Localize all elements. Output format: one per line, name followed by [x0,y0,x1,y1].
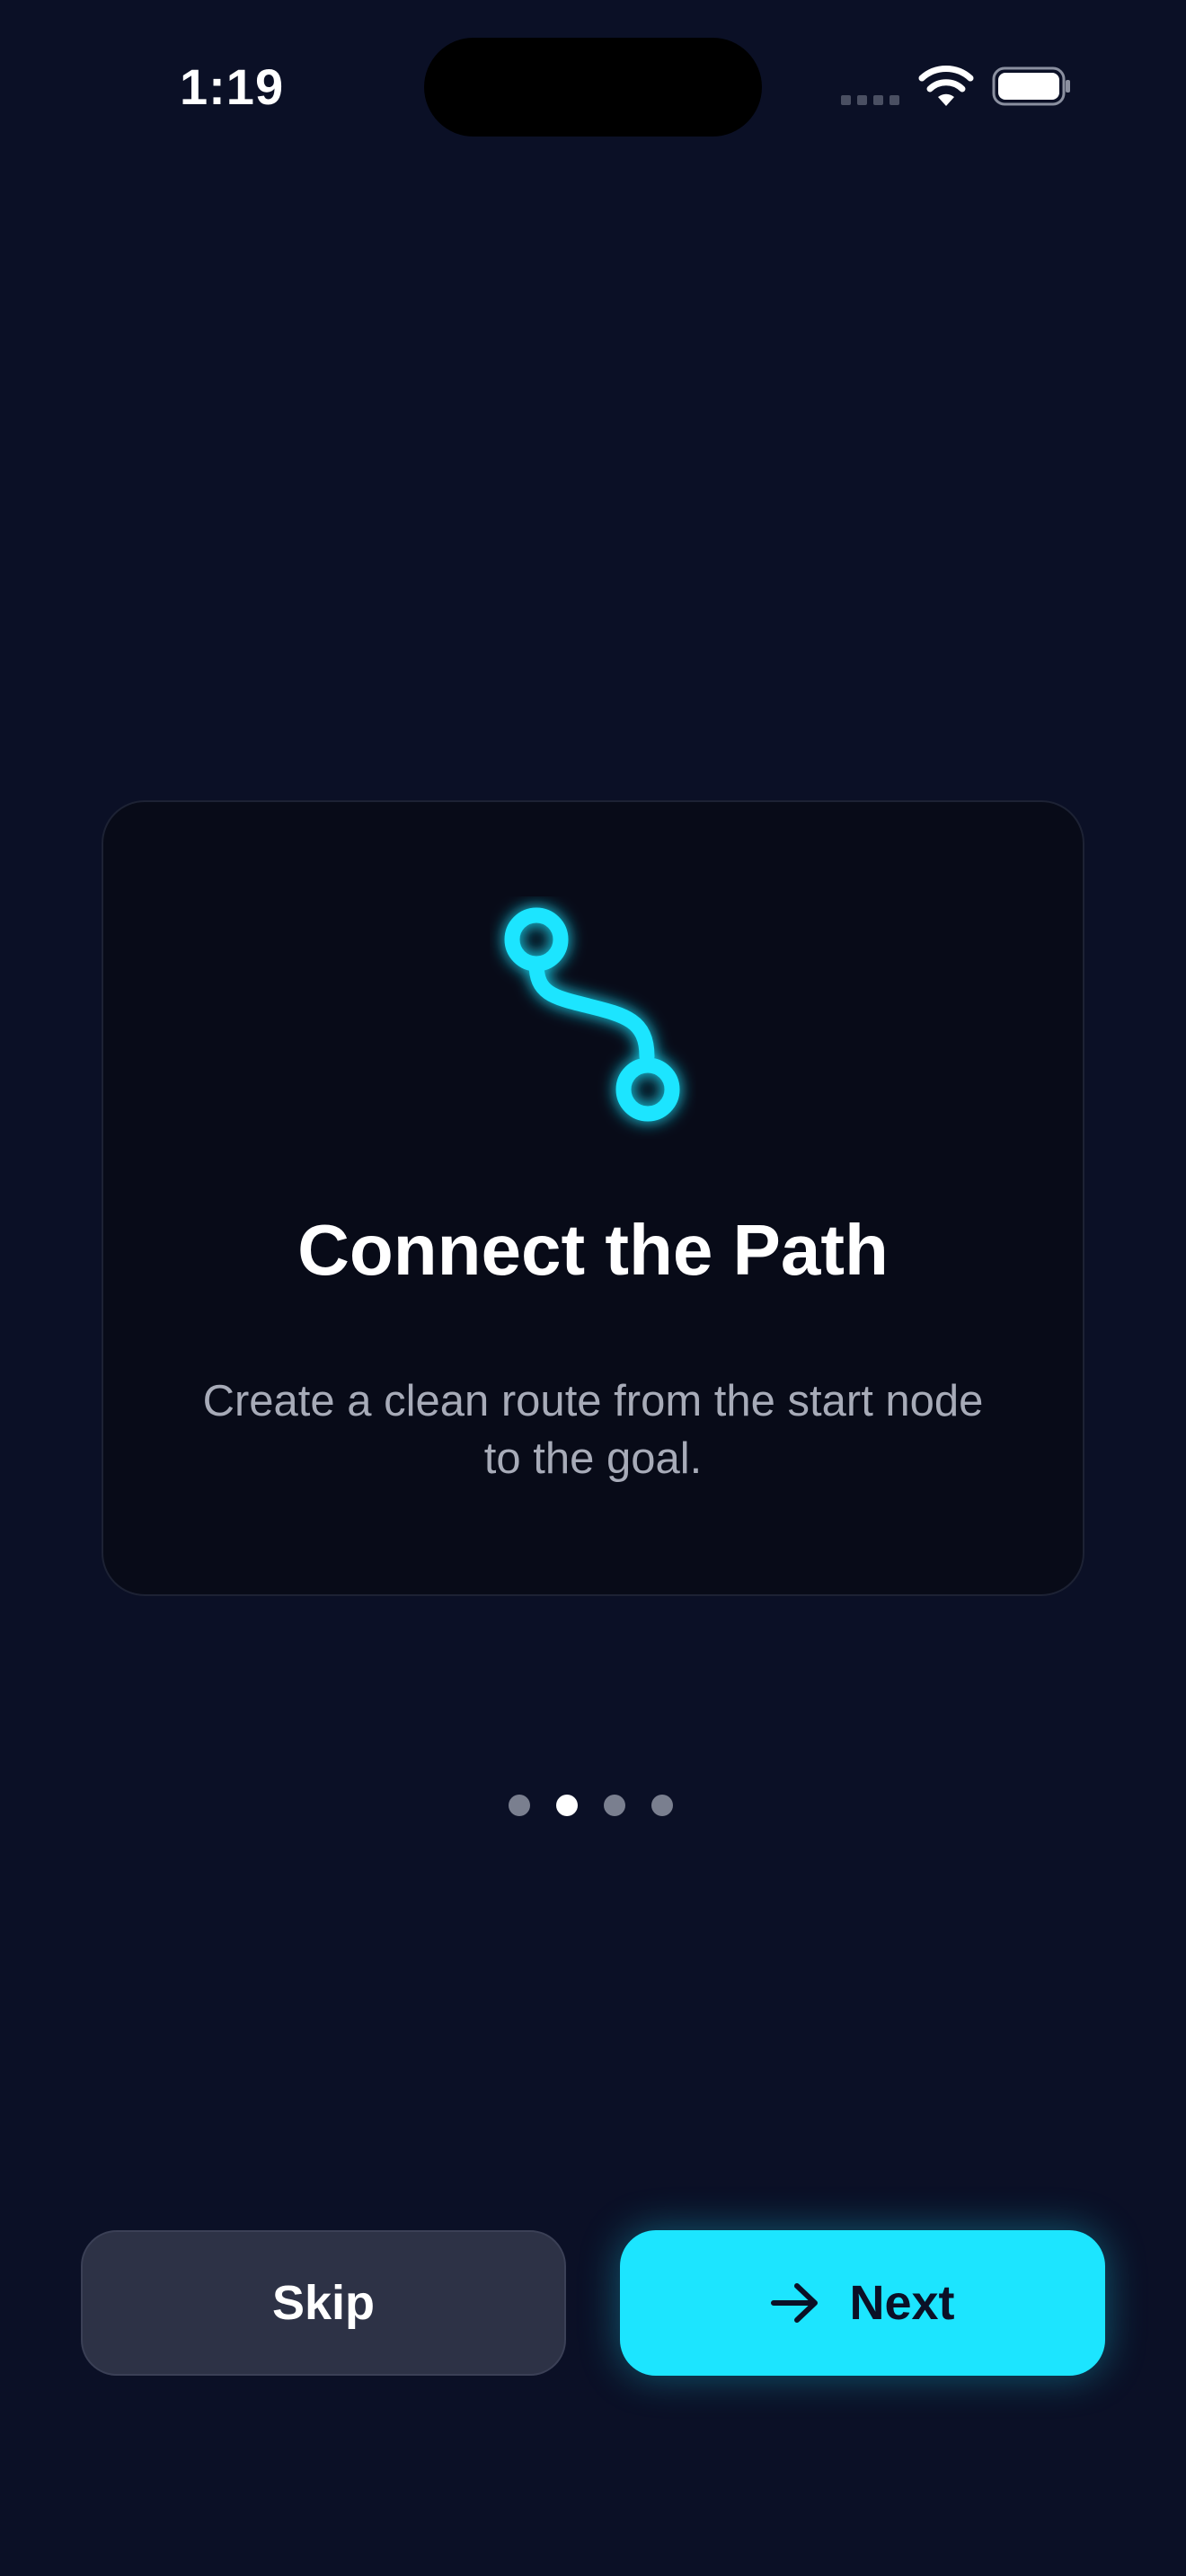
page-indicator[interactable] [509,1795,673,1816]
page-dot[interactable] [509,1795,530,1816]
page-dot[interactable] [651,1795,673,1816]
skip-button-label: Skip [271,2276,376,2330]
battery-icon [992,66,1070,106]
card-title: Connect the Path [297,1210,889,1290]
page-dot-active[interactable] [556,1795,578,1816]
wifi-icon [918,66,974,106]
onboarding-screen: 1:19 Connect the Path Create a clean rou… [0,0,1186,2576]
page-dot[interactable] [604,1795,625,1816]
path-route-icon [504,907,680,1122]
dynamic-island [424,38,762,137]
next-button-label: Next [849,2276,955,2330]
status-time: 1:19 [180,58,285,115]
skip-button[interactable]: Skip [81,2230,566,2376]
next-button[interactable]: Next [620,2230,1105,2376]
cellular-signal-icon [841,95,900,106]
arrow-right-icon [771,2283,819,2323]
card-description: Create a clean route from the start node… [202,1377,984,1483]
